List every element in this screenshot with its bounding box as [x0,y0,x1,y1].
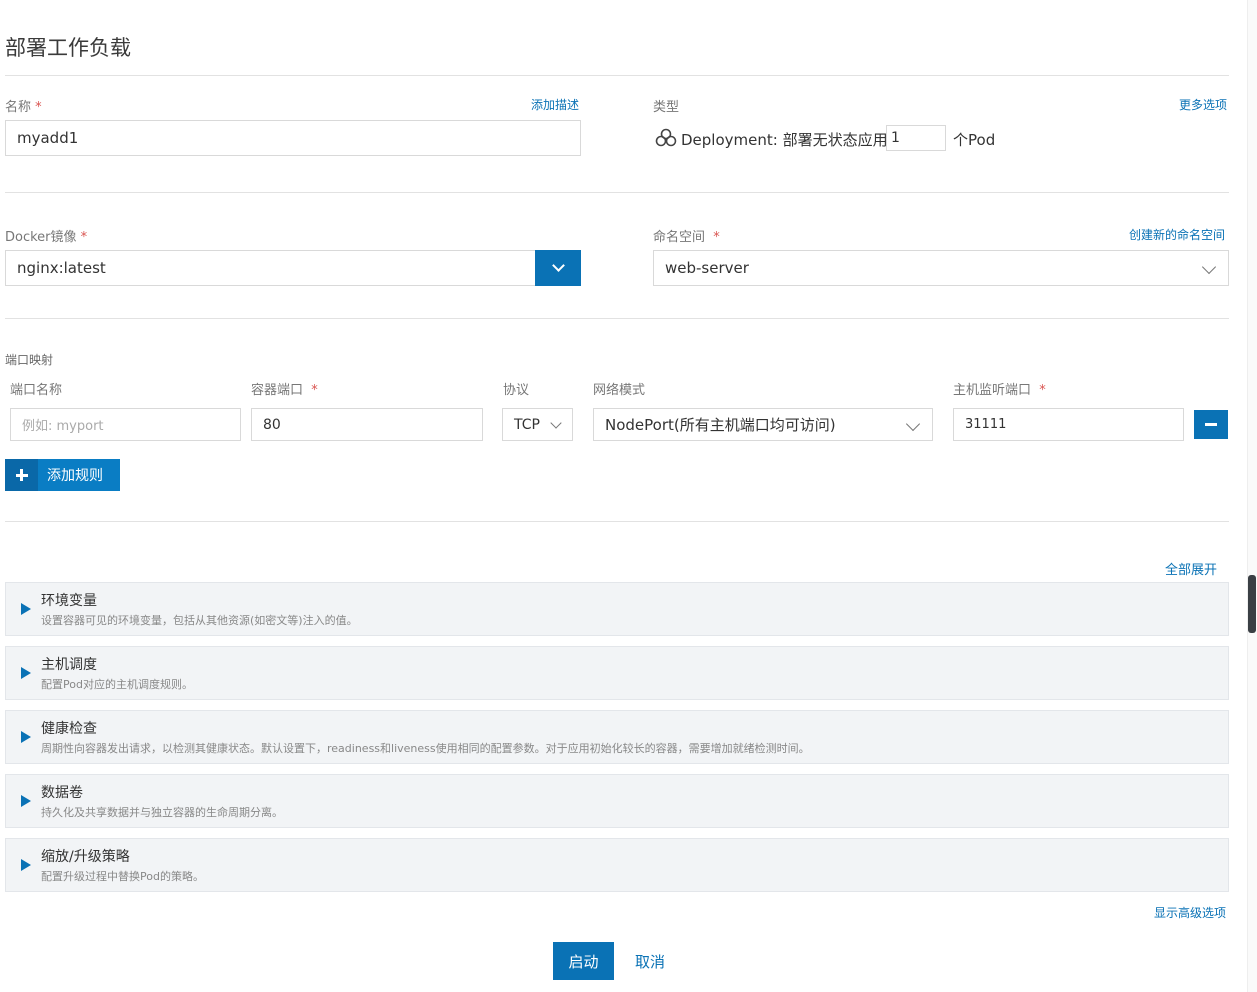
docker-image-input[interactable]: nginx:latest [5,250,536,286]
add-rule-button[interactable]: 添加规则 [5,459,120,491]
cancel-button[interactable]: 取消 [635,951,665,972]
plus-icon [5,459,38,491]
docker-image-dropdown-button[interactable] [535,250,581,286]
deployment-icon [655,128,677,148]
protocol-value: TCP [514,416,540,433]
section-title: 缩放/升级策略 [41,849,130,865]
section-description: 周期性向容器发出请求，以检测其健康状态。默认设置下，readiness和live… [41,742,810,755]
protocol-header: 协议 [503,383,530,398]
host-port-header: 主机监听端口 * [953,383,1046,398]
add-rule-label: 添加规则 [38,459,120,491]
minus-icon [1205,423,1217,426]
section-title: 主机调度 [41,657,97,673]
host-port-value: 31111 [965,417,1007,432]
section-title: 数据卷 [41,785,83,801]
create-namespace-link[interactable]: 创建新的命名空间 [1129,226,1225,243]
section-description: 持久化及共享数据并与独立容器的生命周期分离。 [41,806,283,819]
scrollbar-thumb[interactable] [1248,575,1256,633]
section-description: 配置升级过程中替换Pod的策略。 [41,870,204,883]
namespace-select[interactable]: web-server [653,250,1229,286]
port-name-placeholder: 例如: myport [22,419,104,434]
divider [5,318,1229,319]
namespace-label: 命名空间 * [653,230,720,245]
more-options-link[interactable]: 更多选项 [1179,96,1227,113]
expand-triangle-icon [21,795,31,807]
container-port-input[interactable]: 80 [251,408,483,441]
divider [5,192,1229,193]
divider [5,75,1229,76]
pod-unit: 个Pod [953,131,996,149]
docker-image-value: nginx:latest [17,259,106,277]
section-health-check[interactable]: 健康检查 周期性向容器发出请求，以检测其健康状态。默认设置下，readiness… [5,710,1229,764]
section-scaling-strategy[interactable]: 缩放/升级策略 配置升级过程中替换Pod的策略。 [5,838,1229,892]
expand-triangle-icon [21,859,31,871]
host-port-input[interactable]: 31111 [953,408,1184,441]
chevron-down-icon [551,259,565,272]
container-port-value: 80 [263,416,281,433]
docker-image-label: Docker镜像 * [5,230,88,245]
network-mode-value: NodePort(所有主机端口均可访问) [605,416,836,434]
expand-triangle-icon [21,731,31,743]
launch-button[interactable]: 启动 [553,942,614,980]
replicas-input[interactable]: 1 [886,125,946,151]
network-mode-select[interactable]: NodePort(所有主机端口均可访问) [593,408,933,441]
page-title: 部署工作负载 [5,36,131,60]
port-name-header: 端口名称 [10,383,63,398]
add-description-link[interactable]: 添加描述 [531,96,579,113]
protocol-select[interactable]: TCP [502,408,573,441]
expand-all-link[interactable]: 全部展开 [1165,559,1217,578]
remove-rule-button[interactable] [1194,410,1228,439]
chevron-down-icon [1201,259,1217,275]
divider [5,521,1229,522]
namespace-value: web-server [665,259,749,277]
name-label: 名称 * [5,100,42,115]
section-description: 配置Pod对应的主机调度规则。 [41,678,193,691]
name-input-value: myadd1 [17,129,79,147]
expand-triangle-icon [21,667,31,679]
replicas-value: 1 [891,130,900,146]
port-mapping-label: 端口映射 [5,353,54,367]
deployment-text: Deployment: 部署无状态应用 [681,131,888,149]
section-title: 健康检查 [41,721,97,737]
chevron-down-icon [550,417,562,429]
section-title: 环境变量 [41,593,97,609]
section-env-vars[interactable]: 环境变量 设置容器可见的环境变量，包括从其他资源(如密文等)注入的值。 [5,582,1229,636]
section-volumes[interactable]: 数据卷 持久化及共享数据并与独立容器的生命周期分离。 [5,774,1229,828]
network-mode-header: 网络模式 [593,383,646,398]
expand-triangle-icon [21,603,31,615]
scrollbar-track[interactable] [1247,0,1257,992]
container-port-header: 容器端口 * [251,383,318,398]
chevron-down-icon [905,416,921,432]
port-name-input[interactable]: 例如: myport [10,408,241,441]
name-input[interactable]: myadd1 [5,120,581,156]
show-advanced-options-link[interactable]: 显示高级选项 [1154,904,1226,921]
section-host-scheduling[interactable]: 主机调度 配置Pod对应的主机调度规则。 [5,646,1229,700]
section-description: 设置容器可见的环境变量，包括从其他资源(如密文等)注入的值。 [41,614,358,627]
type-label: 类型 [653,100,680,115]
